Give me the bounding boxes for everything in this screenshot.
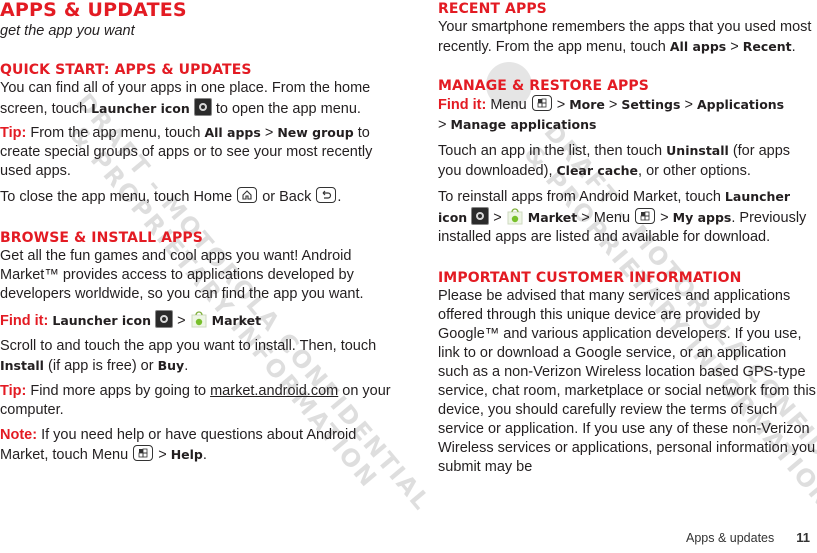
browse-find-it: Find it: Launcher icon > Market [0, 310, 400, 331]
manage-find-it: Find it: Menu > More > Settings > Applic… [438, 95, 785, 133]
footer-section-name: Apps & updates [685, 531, 775, 545]
page-footer: Apps & updates 11 [686, 530, 810, 545]
page-number: 11 [796, 530, 810, 545]
market-link[interactable]: market.android.com [210, 383, 338, 399]
manage-restore-heading: MANAGE & RESTORE APPS [438, 78, 649, 94]
page-subtitle: get the app you want [0, 23, 135, 39]
browse-install-heading: BROWSE & INSTALL APPS [0, 230, 203, 246]
important-info-heading: IMPORTANT CUSTOMER INFORMATION [438, 270, 742, 286]
quick-start-tip: Tip: From the app menu, touch All apps >… [0, 125, 373, 179]
recent-apps-paragraph: Your smartphone remembers the apps that … [438, 19, 812, 55]
market-icon [507, 208, 523, 225]
menu-key-icon [531, 95, 552, 111]
left-column: APPS & UPDATES get the app you want QUIC… [0, 0, 400, 465]
launcher-icon [193, 98, 212, 116]
menu-key-icon [635, 208, 656, 224]
launcher-icon [471, 207, 490, 225]
quick-start-heading: QUICK START: APPS & UPDATES [0, 62, 252, 78]
browse-note: Note: If you need help or have questions… [0, 427, 357, 463]
recent-apps-heading: RECENT APPS [438, 1, 547, 17]
quick-start-paragraph: You can find all of your apps in one pla… [0, 80, 371, 117]
home-key-icon [237, 187, 258, 203]
right-column: RECENT APPS Your smartphone remembers th… [438, 0, 817, 477]
browse-paragraph: Get all the fun games and cool apps you … [0, 248, 364, 302]
reinstall-paragraph: To reinstall apps from Android Market, t… [438, 189, 807, 245]
important-info-paragraph: Please be advised that many services and… [438, 288, 816, 475]
menu-key-icon [133, 445, 154, 461]
back-key-icon [316, 187, 337, 203]
install-paragraph: Scroll to and touch the app you want to … [0, 338, 377, 374]
close-menu-paragraph: To close the app menu, touch Home or Bac… [0, 187, 342, 205]
uninstall-paragraph: Touch an app in the list, then touch Uni… [438, 143, 791, 179]
browse-tip: Tip: Find more apps by going to market.a… [0, 383, 391, 418]
market-icon [191, 311, 207, 328]
page-title: APPS & UPDATES [0, 0, 187, 21]
launcher-icon [155, 310, 174, 328]
